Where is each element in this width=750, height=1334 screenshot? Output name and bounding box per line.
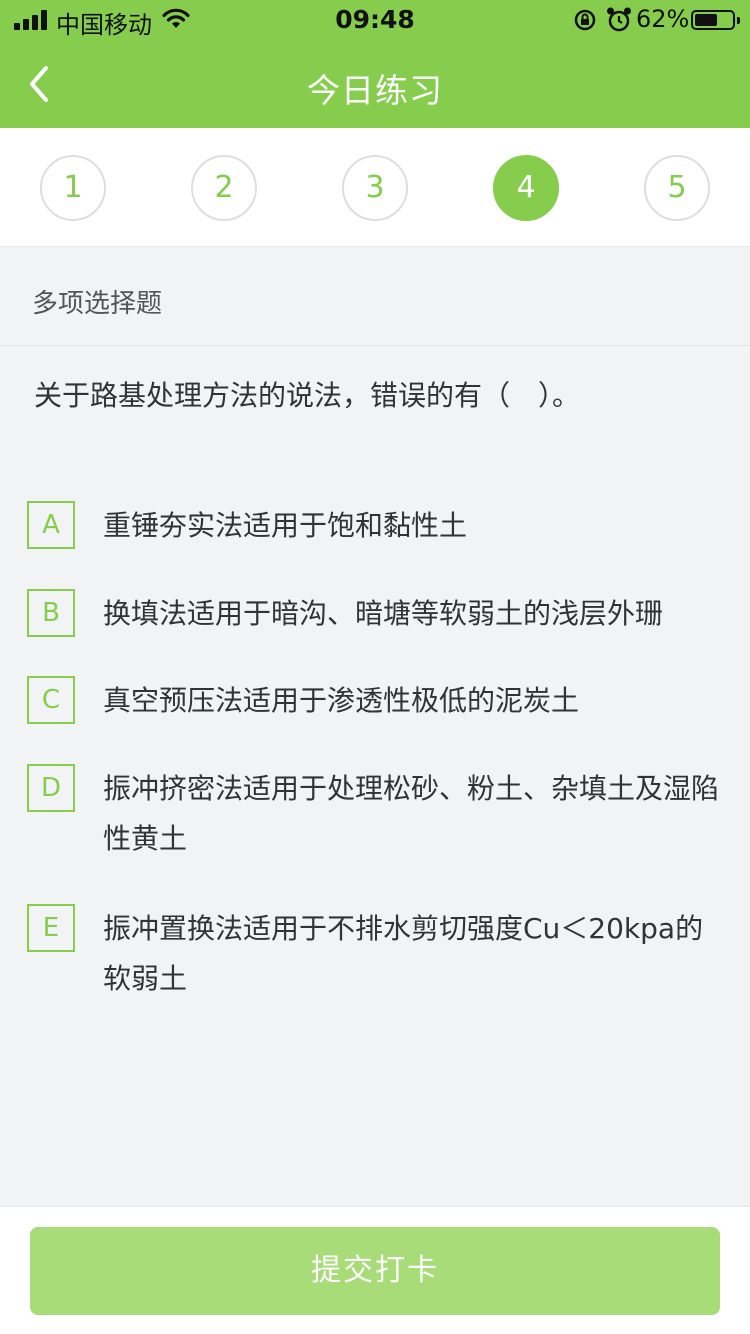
question-type-label: 多项选择题 (32, 289, 163, 319)
question-number-5[interactable]: 5 (644, 155, 710, 221)
option-text: 真空预压法适用于渗透性极低的泥炭土 (103, 684, 580, 717)
battery-percent: 62% (636, 5, 690, 33)
question-number-4[interactable]: 4 (493, 155, 559, 221)
option-text: 振冲挤密法适用于处理松砂、粉土、杂填土及湿陷性黄土 (103, 772, 720, 855)
option-letter-box: B (27, 589, 75, 637)
battery-icon (691, 10, 740, 30)
question-number-bar: 1 2 3 4 5 (0, 128, 750, 247)
option-text: 重锤夯实法适用于饱和黏性土 (103, 509, 468, 542)
question-number-2[interactable]: 2 (191, 155, 257, 221)
option-letter-box: C (27, 676, 75, 724)
status-bar: 中国移动 09:48 62% (0, 0, 750, 40)
question-text: 关于路基处理方法的说法，错误的有（ ）。 (34, 379, 581, 412)
option-letter-box: A (27, 501, 75, 549)
orientation-lock-icon (574, 9, 596, 31)
option-letter-box: E (27, 904, 75, 952)
footer: 提交打卡 (0, 1206, 750, 1334)
option-letter-box: D (27, 764, 75, 812)
question-number-1[interactable]: 1 (40, 155, 106, 221)
submit-checkin-button[interactable]: 提交打卡 (30, 1227, 720, 1315)
question-number-3[interactable]: 3 (342, 155, 408, 221)
option-text: 振冲置换法适用于不排水剪切强度Cu＜20kpa的软弱土 (103, 912, 704, 995)
app-header: 中国移动 09:48 62% 今日练习 (0, 0, 750, 128)
option-text: 换填法适用于暗沟、暗塘等软弱土的浅层外珊 (103, 597, 664, 630)
alarm-icon (607, 7, 631, 32)
page-title: 今日练习 (307, 71, 443, 110)
question-type-header: 多项选择题 (0, 248, 750, 346)
